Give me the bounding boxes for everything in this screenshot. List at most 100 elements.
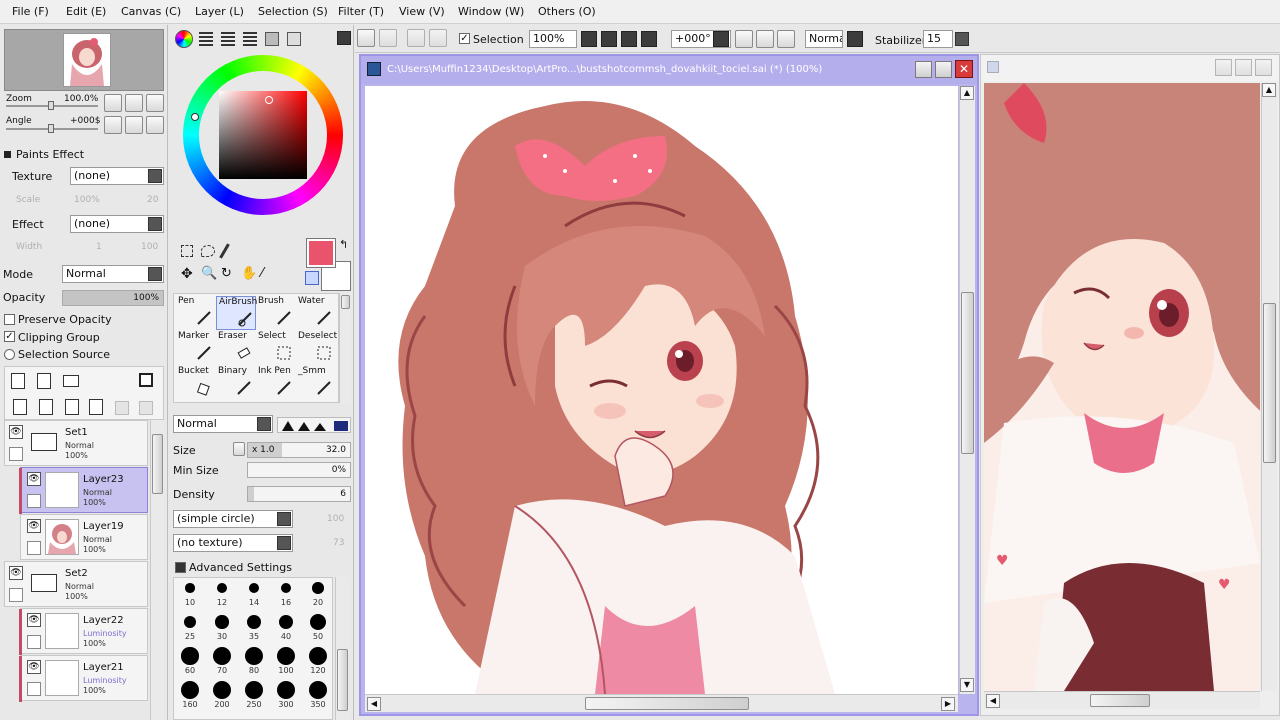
- scroll-up-icon[interactable]: ▲: [1262, 83, 1276, 97]
- scroll-left-icon[interactable]: ◀: [986, 694, 1000, 708]
- tool-binary[interactable]: Binary: [216, 366, 256, 400]
- brush-size-dot[interactable]: [309, 613, 326, 630]
- zoom-reset-icon[interactable]: [146, 94, 164, 112]
- brush-size-dot[interactable]: [309, 681, 327, 699]
- hue-cursor[interactable]: [191, 113, 199, 121]
- min-size-slider[interactable]: 0%: [247, 462, 351, 478]
- color-wheel[interactable]: [183, 55, 343, 215]
- secondary-vertical-scroll-thumb[interactable]: [1263, 303, 1276, 463]
- lock-icon[interactable]: [9, 447, 23, 461]
- selection-source-radio[interactable]: [4, 349, 15, 360]
- hand-tool-icon[interactable]: ✋: [241, 267, 257, 281]
- brush-size-dot[interactable]: [185, 583, 195, 593]
- menu-file[interactable]: File (F): [12, 5, 49, 18]
- menu-others[interactable]: Others (O): [538, 5, 596, 18]
- tool-marker[interactable]: Marker: [176, 331, 216, 365]
- brush-size-dot[interactable]: [181, 681, 199, 699]
- rect-select-icon[interactable]: [181, 245, 193, 257]
- chevron-down-icon[interactable]: [148, 217, 162, 231]
- rgb-slider-tab-icon[interactable]: [199, 32, 213, 46]
- menu-edit[interactable]: Edit (E): [66, 5, 106, 18]
- zoom-actual-icon[interactable]: [641, 31, 657, 47]
- scroll-left-icon[interactable]: ◀: [367, 697, 381, 711]
- size-slider[interactable]: x 1.0 32.0: [247, 442, 351, 458]
- tool-airbrush[interactable]: AirBrush: [216, 296, 257, 330]
- preserve-opacity-checkbox[interactable]: [4, 314, 15, 325]
- menu-canvas[interactable]: Canvas (C): [121, 5, 181, 18]
- primary-color-swatch[interactable]: [306, 238, 336, 268]
- tool-select[interactable]: Select: [256, 331, 296, 365]
- lock-icon[interactable]: [27, 541, 41, 555]
- brush-size-dot[interactable]: [248, 582, 260, 594]
- new-folder-icon[interactable]: [63, 375, 79, 387]
- brush-size-scrollbar[interactable]: [335, 577, 349, 720]
- eyedropper-icon[interactable]: ⁄: [261, 267, 275, 281]
- swap-colors-icon[interactable]: ↰: [339, 239, 351, 251]
- zoom-out-icon[interactable]: [104, 94, 122, 112]
- canvas-vertical-scroll-thumb[interactable]: [961, 292, 974, 454]
- rotate-tool-icon[interactable]: ↻: [221, 267, 235, 281]
- eye-icon[interactable]: 👁: [27, 660, 41, 674]
- canvas-vertical-scrollbar[interactable]: ▲ ▼: [959, 86, 975, 694]
- tool-grid-scrollbar[interactable]: [339, 293, 351, 403]
- brush-size-dot[interactable]: [245, 647, 263, 665]
- tool-deselect[interactable]: Deselect: [296, 331, 337, 365]
- delete-layer-icon[interactable]: [89, 399, 103, 415]
- rotate-right-icon[interactable]: [125, 116, 143, 134]
- canvas-title-bar[interactable]: C:\Users\Muffin1234\Desktop\ArtPro...\bu…: [361, 56, 977, 84]
- select-none-icon[interactable]: [407, 29, 425, 47]
- close-icon[interactable]: ✕: [955, 60, 973, 78]
- link-mask-icon[interactable]: [139, 401, 153, 415]
- lasso-select-icon[interactable]: [201, 245, 215, 257]
- hsv-slider-tab-icon[interactable]: [221, 32, 235, 46]
- toolbar-zoom-field[interactable]: 100%: [529, 30, 577, 48]
- tool-smudge[interactable]: _Smm: [296, 366, 336, 400]
- move-icon[interactable]: ✥: [181, 267, 195, 281]
- rotate-reset-icon[interactable]: [756, 30, 774, 48]
- close-icon[interactable]: [1255, 59, 1272, 76]
- size-multiplier-button[interactable]: [233, 442, 245, 456]
- chevron-down-icon[interactable]: [257, 417, 271, 431]
- eye-icon[interactable]: 👁: [27, 519, 41, 533]
- chevron-down-icon[interactable]: [277, 536, 291, 550]
- rotate-reset-icon[interactable]: [146, 116, 164, 134]
- canvas-horizontal-scrollbar[interactable]: ◀ ▶: [365, 694, 958, 712]
- advanced-settings-toggle[interactable]: [175, 562, 186, 573]
- chevron-down-icon[interactable]: [955, 32, 969, 46]
- brush-size-dot[interactable]: [277, 647, 295, 665]
- swatches-tab-icon[interactable]: [265, 32, 279, 46]
- brush-lock-icon[interactable]: [27, 494, 41, 508]
- brush-size-dot[interactable]: [278, 614, 294, 630]
- layer-row[interactable]: 👁 Layer19 Normal 100%: [20, 514, 148, 560]
- brush-size-scroll-thumb[interactable]: [337, 649, 348, 711]
- eye-icon[interactable]: 👁: [9, 566, 23, 580]
- zoom-in-icon[interactable]: [125, 94, 143, 112]
- zoom-slider-handle[interactable]: [48, 101, 54, 110]
- redo-icon[interactable]: [379, 29, 397, 47]
- clear-layer-icon[interactable]: [65, 399, 79, 415]
- layer-row[interactable]: 👁 Set2 Normal 100%: [4, 561, 148, 607]
- scroll-right-icon[interactable]: ▶: [941, 697, 955, 711]
- rotate-left-icon[interactable]: [713, 31, 729, 47]
- menu-selection[interactable]: Selection (S): [258, 5, 328, 18]
- brush-size-dot[interactable]: [277, 681, 295, 699]
- magic-wand-icon[interactable]: [219, 243, 230, 259]
- color-wheel-tab-icon[interactable]: [175, 30, 193, 48]
- transfer-down-icon[interactable]: [13, 399, 27, 415]
- flip-horizontal-icon[interactable]: [777, 30, 795, 48]
- menu-window[interactable]: Window (W): [458, 5, 524, 18]
- stabilizer-field[interactable]: 15: [923, 30, 953, 48]
- new-layer-icon[interactable]: [11, 373, 25, 389]
- new-linework-layer-icon[interactable]: [37, 373, 51, 389]
- tool-grid-scroll-thumb[interactable]: [341, 295, 350, 309]
- secondary-canvas[interactable]: ♥ ♥: [984, 83, 1260, 691]
- lock-icon[interactable]: [9, 588, 23, 602]
- tool-eraser[interactable]: Eraser: [216, 331, 256, 365]
- tool-water[interactable]: Water: [296, 296, 336, 330]
- layer-list-scrollbar[interactable]: [150, 420, 164, 720]
- scratchpad-tab-icon[interactable]: [287, 32, 301, 46]
- transparent-color-icon[interactable]: [305, 271, 319, 285]
- maximize-icon[interactable]: [935, 61, 952, 78]
- brush-size-dot[interactable]: [183, 615, 197, 629]
- brush-size-dot[interactable]: [217, 583, 227, 593]
